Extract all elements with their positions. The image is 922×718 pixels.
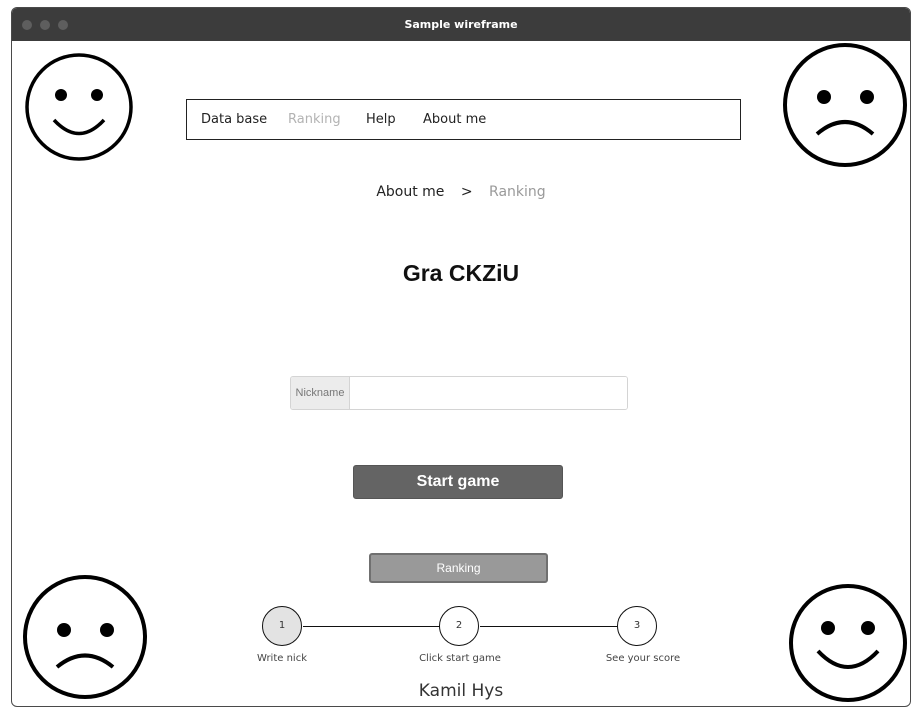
step-1-indicator: 1 xyxy=(262,606,302,646)
step-1-label: Write nick xyxy=(257,653,307,664)
smile-face-icon xyxy=(25,53,133,161)
title-bar: Sample wireframe xyxy=(12,8,910,41)
page-title: Gra CKZiU xyxy=(402,260,520,286)
nav-item-help[interactable]: Help xyxy=(366,100,396,140)
ranking-button[interactable]: Ranking xyxy=(369,553,548,583)
nickname-input[interactable] xyxy=(351,377,627,409)
nav-item-data-base[interactable]: Data base xyxy=(201,100,267,140)
nav-item-about-me[interactable]: About me xyxy=(423,100,486,140)
nav-item-ranking[interactable]: Ranking xyxy=(288,100,341,140)
breadcrumb-separator: > xyxy=(460,184,473,200)
breadcrumb-current: Ranking xyxy=(489,184,546,200)
author-name: Kamil Hys xyxy=(418,681,504,701)
start-game-button[interactable]: Start game xyxy=(353,465,563,499)
breadcrumb-about-me[interactable]: About me xyxy=(376,184,444,200)
nav-bar: Data base Ranking Help About me xyxy=(186,99,741,140)
window-title: Sample wireframe xyxy=(404,18,518,31)
breadcrumb: About me > Ranking xyxy=(0,184,922,200)
nickname-label: Nickname xyxy=(291,377,350,409)
step-2-indicator: 2 xyxy=(439,606,479,646)
step-connector xyxy=(480,626,617,627)
nickname-input-group: Nickname xyxy=(290,376,628,410)
frown-face-icon xyxy=(783,43,907,167)
step-3-indicator: 3 xyxy=(617,606,657,646)
step-connector xyxy=(303,626,440,627)
step-2-label: Click start game xyxy=(419,653,501,664)
step-3-label: See your score xyxy=(605,653,681,664)
